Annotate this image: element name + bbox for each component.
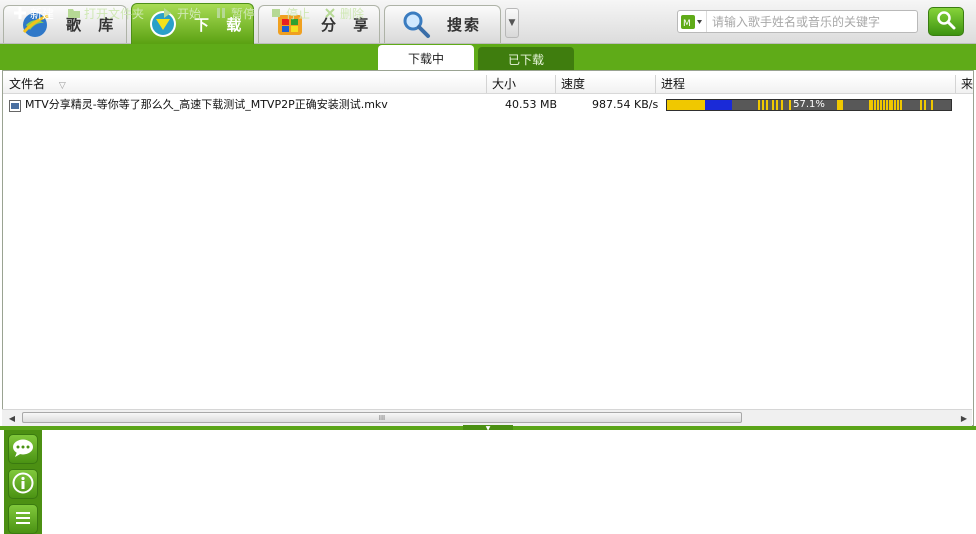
column-progress-label: 进程: [661, 77, 686, 91]
table-row[interactable]: MTV分享精灵-等你等了那么久_高速下载测试_MTVP2P正确安装测试.mkv …: [3, 95, 973, 115]
chevron-down-icon: ▼: [508, 18, 516, 28]
list-icon: [16, 511, 30, 528]
column-speed-label: 速度: [561, 77, 586, 91]
download-list-frame: 文件名 ▽ 大小 速度 进程 来源 MTV分享精灵-等你等了那么久_高速下载测试…: [2, 70, 974, 426]
delete-icon: [324, 7, 336, 19]
row-size: 40.53 MB: [505, 98, 558, 111]
detail-panel: [0, 430, 976, 534]
column-filename[interactable]: 文件名 ▽: [3, 75, 487, 93]
folder-icon: [68, 7, 80, 19]
column-progress[interactable]: 进程: [656, 75, 956, 93]
open-folder-label: 打开文件夹: [84, 6, 145, 21]
horizontal-scrollbar[interactable]: ◀ III ▶: [2, 409, 972, 426]
scroll-grip: III: [378, 413, 386, 422]
top-nav-bar: 歌 库 下 载 分 享 搜索 ▼ M 请输入歌手姓名或音乐的关键字: [0, 0, 976, 44]
plus-icon: [14, 7, 26, 19]
start-button[interactable]: 开始: [161, 5, 201, 21]
new-button-label: 新建: [30, 6, 55, 21]
open-folder-button[interactable]: 打开文件夹: [68, 5, 144, 21]
scroll-thumb[interactable]: III: [22, 412, 742, 423]
mtv-source-icon[interactable]: M: [678, 11, 707, 32]
pause-button-label: 暂停: [231, 6, 256, 21]
column-source[interactable]: 来源: [956, 75, 973, 93]
info-icon: [12, 472, 34, 497]
info-button[interactable]: [8, 469, 38, 499]
scroll-right-arrow[interactable]: ▶: [956, 410, 972, 426]
scroll-left-arrow[interactable]: ◀: [4, 410, 20, 426]
table-header: 文件名 ▽ 大小 速度 进程 来源: [3, 75, 973, 94]
list-button[interactable]: [8, 504, 38, 534]
video-file-icon: [9, 99, 21, 112]
column-filename-label: 文件名: [9, 77, 46, 91]
pause-button[interactable]: 暂停: [215, 5, 255, 21]
stop-button-label: 停止: [286, 6, 311, 21]
svg-text:M: M: [683, 19, 691, 29]
start-button-label: 开始: [177, 6, 202, 21]
search-icon: [936, 10, 956, 33]
stop-icon: [270, 7, 282, 19]
column-speed[interactable]: 速度: [556, 75, 656, 93]
sort-indicator-icon: ▽: [58, 81, 66, 91]
column-size[interactable]: 大小: [487, 75, 556, 93]
subtab-downloading[interactable]: 下载中: [378, 45, 474, 71]
stop-button[interactable]: 停止: [270, 5, 310, 21]
more-tabs-button[interactable]: ▼: [505, 8, 519, 38]
search-magnifier-icon: [401, 10, 431, 40]
subtab-downloading-label: 下载中: [407, 51, 444, 66]
chat-button[interactable]: [8, 434, 38, 464]
column-source-label: 来源: [961, 77, 973, 91]
chat-bubble-icon: [12, 438, 34, 461]
subtab-downloaded[interactable]: 已下载: [478, 47, 574, 71]
progress-bar: 57.1%: [666, 99, 952, 111]
subtab-downloaded-label: 已下载: [507, 52, 544, 67]
pause-icon: [215, 7, 227, 19]
column-size-label: 大小: [492, 77, 517, 91]
row-filename: MTV分享精灵-等你等了那么久_高速下载测试_MTVP2P正确安装测试.mkv: [25, 98, 388, 111]
tab-search[interactable]: 搜索: [384, 5, 501, 43]
row-speed: 987.54 KB/s: [592, 98, 659, 111]
play-icon: [161, 7, 173, 19]
delete-button-label: 删除: [340, 6, 365, 21]
side-panel: [4, 430, 42, 534]
search-input[interactable]: [710, 13, 914, 30]
delete-button[interactable]: 删除: [324, 5, 364, 21]
new-button[interactable]: 新建: [14, 5, 54, 21]
progress-text: 57.1%: [793, 99, 825, 110]
search-button[interactable]: [928, 7, 964, 36]
search-box: M: [677, 10, 918, 33]
tab-search-label: 搜索: [447, 16, 482, 34]
